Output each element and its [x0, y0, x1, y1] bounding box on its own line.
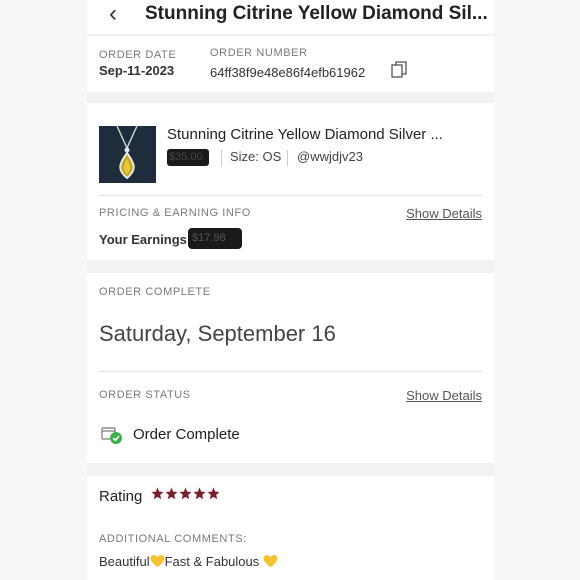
section-divider [99, 195, 482, 196]
seller-username[interactable]: @wwjdjv23 [297, 149, 363, 164]
rating-section: Rating ADDITIONAL COMMENTS: Beautiful Fas… [87, 476, 494, 580]
item-price-redacted: $35.00 [167, 149, 209, 166]
order-details-screen: ‹ Stunning Citrine Yellow Diamond Sil...… [87, 0, 494, 580]
order-number-value: 64ff38f9e48e86f4efb61962 [210, 65, 366, 80]
star-icon [151, 487, 164, 500]
star-icon [165, 487, 178, 500]
order-complete-label: ORDER COMPLETE [99, 286, 211, 298]
earnings-label: Your Earnings: [99, 232, 192, 247]
order-date-label: ORDER DATE [99, 49, 177, 61]
star-icon [207, 487, 220, 500]
additional-comments-label: ADDITIONAL COMMENTS: [99, 533, 247, 545]
pricing-earning-label: PRICING & EARNING INFO [99, 207, 251, 219]
comment-text: Beautiful Fast & Fabulous [99, 554, 278, 569]
comment-part-2: Fast & Fabulous [164, 554, 260, 569]
order-status-text: Order Complete [133, 426, 240, 443]
divider [287, 150, 288, 166]
top-nav-bar: ‹ Stunning Citrine Yellow Diamond Sil... [87, 0, 494, 34]
yellow-heart-icon [150, 555, 165, 568]
page-title: Stunning Citrine Yellow Diamond Sil... [145, 3, 488, 24]
order-complete-icon [101, 427, 122, 444]
listing-item-section: Stunning Citrine Yellow Diamond Silver .… [87, 103, 494, 260]
order-complete-section: ORDER COMPLETE Saturday, September 16 OR… [87, 273, 494, 463]
completion-date: Saturday, September 16 [99, 321, 336, 346]
section-divider [99, 371, 482, 372]
pricing-show-details-link[interactable]: Show Details [406, 206, 482, 221]
earnings-value-redacted: $17.98 [188, 228, 242, 249]
star-icon [179, 487, 192, 500]
chevron-left-icon[interactable]: ‹ [109, 2, 117, 26]
item-thumbnail[interactable] [99, 126, 156, 183]
rating-label: Rating [99, 488, 143, 505]
pendant-image [99, 126, 156, 183]
status-show-details-link[interactable]: Show Details [406, 388, 482, 403]
comment-part-1: Beautiful [99, 554, 150, 569]
divider [221, 150, 222, 166]
order-status-label: ORDER STATUS [99, 389, 191, 401]
yellow-heart-icon [263, 555, 278, 568]
item-title[interactable]: Stunning Citrine Yellow Diamond Silver .… [167, 126, 443, 143]
item-size: Size: OS [230, 149, 282, 164]
order-date-value: Sep-11-2023 [99, 63, 175, 78]
star-rating [151, 487, 220, 500]
copy-icon[interactable] [391, 61, 407, 79]
order-info-section: ORDER DATE Sep-11-2023 ORDER NUMBER 64ff… [87, 36, 494, 92]
star-icon [193, 487, 206, 500]
order-number-label: ORDER NUMBER [210, 47, 308, 59]
